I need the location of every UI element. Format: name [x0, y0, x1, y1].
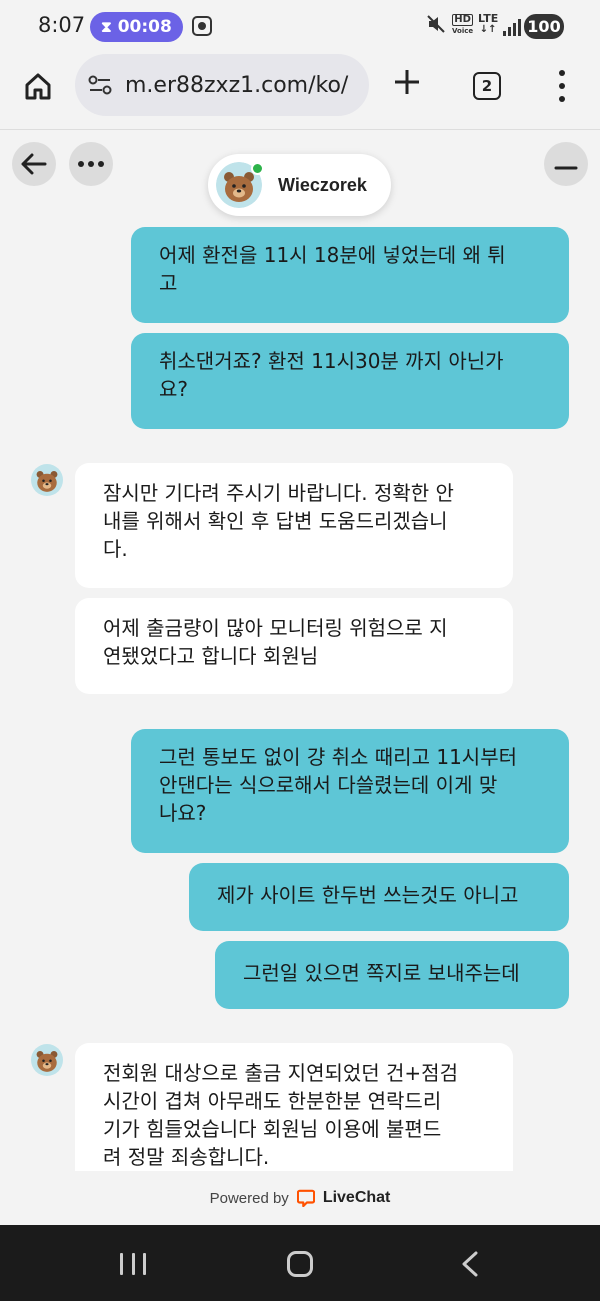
screen-capture-icon [192, 16, 212, 36]
message-line: 그런일 있으면 쪽지로 보내주는데 [243, 961, 520, 985]
minimize-chat-button[interactable] [544, 142, 588, 186]
message-line: 취소댄거죠? 환전 11시30분 까지 아닌가 [159, 349, 504, 373]
agent-avatar [216, 162, 264, 208]
livechat-logo-icon [296, 1189, 315, 1207]
home-icon [25, 73, 51, 100]
chat-message-visitor: 그런일 있으면 쪽지로 보내주는데 [215, 941, 569, 1009]
chat-message-agent: 전회원 대상으로 출금 지연되었던 건+점검 시간이 겹쳐 아무래도 한분한분 … [75, 1043, 513, 1171]
lte-icon: LTE ↓↑ [478, 12, 499, 35]
new-tab-button[interactable] [392, 64, 422, 104]
agent-header: Wieczorek [208, 154, 391, 216]
url-text: m.er88zxz1.com/ko/ [125, 72, 349, 98]
message-line: 나요? [159, 801, 207, 825]
back-button[interactable] [12, 142, 56, 186]
timer-text: 00:08 [117, 17, 172, 37]
chat-message-agent: 잠시만 기다려 주시기 바랍니다. 정확한 안 내를 위해서 확인 후 답변 도… [75, 463, 513, 588]
minimize-icon [554, 166, 578, 170]
message-line: 안댄다는 식으로해서 다쓸렸는데 이게 맞 [159, 773, 498, 797]
message-line: 시간이 겹쳐 아무래도 한분한분 연락드리 [103, 1089, 442, 1113]
site-settings-icon[interactable] [87, 72, 113, 98]
message-line: 연됐었다고 합니다 회원님 [103, 644, 319, 668]
home-button[interactable] [18, 66, 58, 106]
address-bar[interactable]: m.er88zxz1.com/ko/ [75, 54, 369, 116]
livechat-brand: LiveChat [322, 1189, 391, 1206]
bear-avatar-icon [31, 1044, 63, 1076]
voice-label: Voice [452, 27, 474, 35]
plus-icon [395, 70, 419, 94]
lte-label: LTE [478, 12, 499, 25]
agent-name: Wieczorek [278, 174, 367, 195]
chat-area: Wieczorek 어제 환전을 11시 18분에 넣었는데 왜 튀 고 취소댄… [0, 131, 600, 1171]
message-line: 제가 사이트 한두번 쓰는것도 아니고 [217, 883, 519, 907]
message-line: 다. [103, 537, 128, 561]
system-home-button[interactable] [287, 1251, 313, 1277]
hd-voice-icon: HD Voice [452, 14, 474, 36]
powered-by-text: Powered by [209, 1189, 289, 1207]
screen: 8:07 ⧗ 00:08 HD Voice LTE ↓↑ 100 m.er88z… [0, 0, 600, 1301]
timer-pill[interactable]: ⧗ 00:08 [90, 12, 183, 42]
bear-avatar-icon [31, 464, 63, 496]
message-line: 그런 통보도 없이 걍 취소 때리고 11시부터 [159, 745, 517, 769]
chat-message-agent: 어제 출금량이 많아 모니터링 위험으로 지 연됐었다고 합니다 회원님 [75, 598, 513, 694]
system-nav-bar [0, 1225, 600, 1301]
chat-message-visitor: 그런 통보도 없이 걍 취소 때리고 11시부터 안댄다는 식으로해서 다쓸렸는… [131, 729, 569, 853]
battery-icon: 100 [524, 14, 564, 39]
mute-icon [426, 14, 446, 39]
system-back-button[interactable] [460, 1251, 480, 1277]
agent-avatar-small [31, 464, 63, 496]
tab-switcher-button[interactable]: 2 [473, 72, 501, 100]
message-line: 고 [159, 271, 178, 295]
online-status-dot [251, 162, 264, 175]
agent-avatar-small [31, 1044, 63, 1076]
message-line: 기가 힘들었습니다 회원님 이용에 불편드 [103, 1117, 442, 1141]
arrow-left-icon [21, 153, 47, 175]
recent-apps-button[interactable] [120, 1253, 146, 1275]
message-line: 전회원 대상으로 출금 지연되었던 건+점검 [103, 1061, 458, 1085]
browser-toolbar: m.er88zxz1.com/ko/ 2 [0, 54, 600, 130]
chat-options-button[interactable] [69, 142, 113, 186]
status-time: 8:07 [38, 13, 86, 37]
message-line: 잠시만 기다려 주시기 바랍니다. 정확한 안 [103, 481, 454, 505]
hourglass-icon: ⧗ [101, 18, 112, 36]
status-bar: 8:07 ⧗ 00:08 HD Voice LTE ↓↑ 100 [0, 0, 600, 54]
chat-message-visitor: 어제 환전을 11시 18분에 넣었는데 왜 튀 고 [131, 227, 569, 323]
message-line: 어제 환전을 11시 18분에 넣었는데 왜 튀 [159, 243, 506, 267]
signal-icon [503, 18, 521, 36]
more-horizontal-icon [78, 161, 104, 167]
more-menu-button[interactable] [552, 70, 572, 102]
powered-by-footer[interactable]: Powered by LiveChat [0, 1171, 600, 1225]
message-line: 려 정말 죄송합니다. [103, 1145, 270, 1169]
chat-message-visitor: 제가 사이트 한두번 쓰는것도 아니고 [189, 863, 569, 931]
message-line: 어제 출금량이 많아 모니터링 위험으로 지 [103, 616, 448, 640]
chat-message-visitor: 취소댄거죠? 환전 11시30분 까지 아닌가 요? [131, 333, 569, 429]
message-line: 요? [159, 377, 189, 401]
hd-label: HD [452, 14, 474, 26]
message-line: 내를 위해서 확인 후 답변 도움드리겠습니 [103, 509, 448, 533]
